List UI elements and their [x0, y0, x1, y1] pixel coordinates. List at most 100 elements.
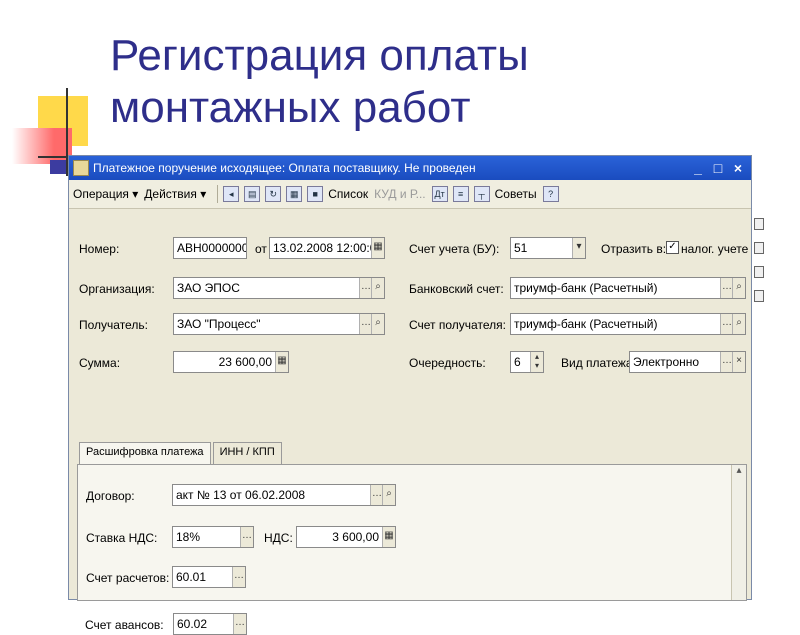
operation-menu[interactable]: Операция ▾: [73, 187, 138, 201]
tax-accounting-label: налог. учете: [681, 242, 749, 256]
date-value: 13.02.2008 12:00:01: [273, 241, 384, 255]
chevron-down-icon[interactable]: ▾: [572, 238, 585, 258]
calendar-icon[interactable]: ▦: [371, 238, 384, 258]
contract-field[interactable]: акт № 13 от 06.02.2008 … ⌕: [172, 484, 396, 506]
help-button[interactable]: ?: [542, 186, 559, 202]
recipient-account-value: триумф-банк (Расчетный): [514, 317, 658, 331]
panel-scrollbar[interactable]: ▴: [731, 465, 746, 600]
payment-type-field[interactable]: Электронно … ×: [629, 351, 746, 373]
calculator-icon[interactable]: ▦: [382, 527, 395, 547]
close-button[interactable]: ×: [729, 160, 747, 176]
window-titlebar[interactable]: Платежное поручение исходящее: Оплата по…: [69, 156, 751, 180]
payment-type-label: Вид платежа:: [561, 356, 636, 370]
back-arrow-icon[interactable]: ◂: [223, 186, 240, 202]
calculator-icon[interactable]: ▦: [275, 352, 288, 372]
document-icon: [73, 160, 89, 176]
vat-rate-label: Ставка НДС:: [86, 531, 158, 545]
number-label: Номер:: [79, 242, 120, 256]
vat-label: НДС:: [264, 531, 293, 545]
background-checkbox: [754, 290, 764, 302]
maximize-button[interactable]: □: [709, 160, 727, 176]
account-bu-value: 51: [514, 241, 528, 255]
search-icon[interactable]: ⌕: [732, 278, 745, 298]
recipient-field[interactable]: ЗАО "Процесс" … ⌕: [173, 313, 385, 335]
payment-type-value: Электронно: [633, 355, 700, 369]
vat-rate-value: 18%: [176, 530, 201, 544]
organization-field[interactable]: ЗАО ЭПОС … ⌕: [173, 277, 385, 299]
toolbar-separator: [217, 185, 219, 203]
copy-icon[interactable]: ▤: [244, 186, 261, 202]
advance-account-value: 60.02: [177, 617, 208, 631]
recipient-account-field[interactable]: триумф-банк (Расчетный) … ⌕: [510, 313, 746, 335]
payment-details-panel: Договор: акт № 13 от 06.02.2008 … ⌕ Став…: [77, 464, 747, 601]
date-from-label: от: [255, 242, 267, 256]
report-icon[interactable]: ≡: [452, 186, 469, 202]
priority-value: 6: [514, 355, 521, 369]
tab-payment-details[interactable]: Расшифровка платежа: [79, 442, 211, 464]
payment-order-window: Платежное поручение исходящее: Оплата по…: [68, 155, 752, 635]
number-field[interactable]: АВН00000002: [173, 237, 247, 259]
settlement-account-label: Счет расчетов:: [86, 571, 170, 585]
vat-value: 3 600,00: [332, 530, 379, 544]
select-icon[interactable]: …: [240, 527, 253, 547]
minimize-button[interactable]: _: [689, 160, 707, 176]
organization-label: Организация:: [79, 282, 155, 296]
background-checkbox: [754, 242, 764, 254]
priority-field[interactable]: 6 ▴ ▾: [510, 351, 544, 373]
advance-account-field[interactable]: 60.02 …: [173, 613, 247, 635]
slide-title: Регистрация оплаты монтажных работ: [110, 30, 529, 134]
select-icon[interactable]: …: [232, 567, 245, 587]
scroll-up-icon[interactable]: ▴: [732, 465, 746, 476]
refresh-icon[interactable]: ↻: [265, 186, 282, 202]
search-icon[interactable]: ⌕: [371, 278, 384, 298]
save-icon[interactable]: ■: [307, 186, 324, 202]
recipient-label: Получатель:: [79, 318, 148, 332]
background-window-strip: [752, 178, 800, 318]
background-checkbox: [754, 218, 764, 230]
organization-value: ЗАО ЭПОС: [177, 281, 240, 295]
search-icon[interactable]: ⌕: [732, 314, 745, 334]
recipient-account-label: Счет получателя:: [409, 318, 506, 332]
kud-button[interactable]: КУД и Р...: [374, 187, 425, 201]
select-icon[interactable]: …: [233, 614, 246, 634]
account-bu-field[interactable]: 51 ▾: [510, 237, 586, 259]
vat-field[interactable]: 3 600,00 ▦: [296, 526, 396, 548]
bank-account-value: триумф-банк (Расчетный): [514, 281, 658, 295]
tab-inn-kpp[interactable]: ИНН / КПП: [212, 442, 282, 464]
actions-menu[interactable]: Действия ▾: [144, 187, 206, 201]
recipient-value: ЗАО "Процесс": [177, 317, 261, 331]
bank-account-label: Банковский счет:: [409, 282, 504, 296]
priority-label: Очередность:: [409, 356, 486, 370]
advance-account-label: Счет авансов:: [85, 618, 164, 632]
date-field[interactable]: 13.02.2008 12:00:01 ▦: [269, 237, 385, 259]
header-form: Номер: АВН00000002 от 13.02.2008 12:00:0…: [69, 210, 751, 635]
reflect-label: Отразить в:: [601, 242, 667, 256]
window-title: Платежное поручение исходящее: Оплата по…: [93, 161, 476, 175]
amount-field[interactable]: 23 600,00 ▦: [173, 351, 289, 373]
tab-bar: Расшифровка платежа ИНН / КПП: [79, 442, 284, 464]
dt-kt-icon[interactable]: Дт: [431, 186, 448, 202]
list-button[interactable]: Список: [328, 187, 368, 201]
amount-label: Сумма:: [79, 356, 121, 370]
slide-title-line2: монтажных работ: [110, 83, 471, 132]
toolbar: Операция ▾ Действия ▾ ◂ ▤ ↻ ▦ ■ Список К…: [69, 180, 751, 209]
contract-value: акт № 13 от 06.02.2008: [176, 488, 306, 502]
amount-value: 23 600,00: [218, 355, 272, 369]
tax-accounting-checkbox[interactable]: ✓: [666, 241, 679, 254]
search-icon[interactable]: ⌕: [382, 485, 395, 505]
print-icon[interactable]: ▦: [286, 186, 303, 202]
stepper-icon[interactable]: ▴ ▾: [530, 352, 543, 372]
tips-button[interactable]: Советы: [495, 187, 537, 201]
account-bu-label: Счет учета (БУ):: [409, 242, 500, 256]
settlement-account-value: 60.01: [176, 570, 207, 584]
bank-account-field[interactable]: триумф-банк (Расчетный) … ⌕: [510, 277, 746, 299]
background-checkbox: [754, 266, 764, 278]
vat-rate-field[interactable]: 18% …: [172, 526, 254, 548]
search-icon[interactable]: ⌕: [371, 314, 384, 334]
slide-title-line1: Регистрация оплаты: [110, 31, 529, 80]
contract-label: Договор:: [86, 489, 135, 503]
decor-red-bar: [12, 128, 72, 164]
clear-icon[interactable]: ×: [732, 352, 745, 372]
structure-icon[interactable]: ┬: [473, 186, 490, 202]
settlement-account-field[interactable]: 60.01 …: [172, 566, 246, 588]
